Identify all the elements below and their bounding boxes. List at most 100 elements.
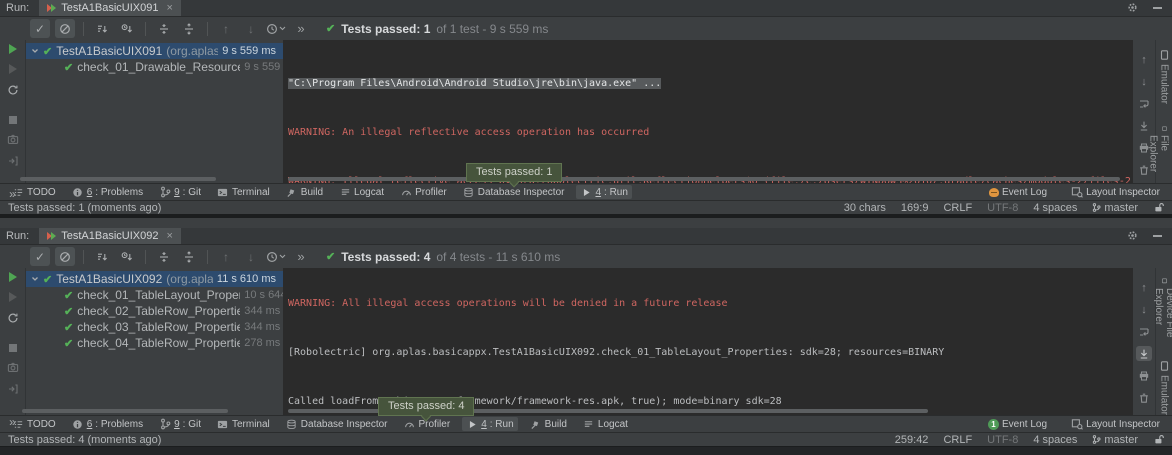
tool-button-problems[interactable]: 6: Problems [68,185,147,199]
tool-button-terminal[interactable]: Terminal [213,417,274,431]
sort-alphabetically-icon[interactable] [92,247,112,266]
up-stacktrace-icon[interactable]: ↑ [1136,280,1152,295]
up-stacktrace-icon[interactable]: ↑ [1136,52,1152,67]
tool-button-run[interactable]: 4: Run [462,417,517,431]
device-file-explorer-tool-button[interactable]: Device File Explorer [1148,126,1172,183]
close-tab-icon[interactable]: × [166,230,172,242]
previous-occurrence-icon[interactable]: ↑ [216,19,236,38]
previous-occurrence-icon[interactable]: ↑ [216,247,236,266]
test-history-icon[interactable] [266,247,286,266]
collapse-all-icon[interactable] [179,19,199,38]
run-tab-testa1basicuix092[interactable]: TestA1BasicUIX092 × [39,228,181,244]
collapse-all-icon[interactable] [179,247,199,266]
scroll-to-end-icon[interactable] [1136,346,1152,361]
close-tab-icon[interactable]: × [166,2,172,14]
git-branch-widget[interactable]: master [1092,434,1138,446]
unlocked-padlock-icon[interactable] [1153,434,1164,445]
caret-position-widget[interactable]: 259:42 [895,434,929,446]
tree-horizontal-scrollbar[interactable] [22,409,228,413]
caret-position-widget[interactable]: 169:9 [901,202,929,214]
more-side-actions-icon[interactable]: » [5,187,20,200]
tool-button-git[interactable]: 9: Git [155,185,205,199]
rerun-button[interactable] [5,272,20,282]
encoding-widget[interactable]: UTF-8 [987,202,1018,214]
emulator-tool-button[interactable]: Emulator [1159,50,1170,104]
git-branch-widget[interactable]: master [1092,202,1138,214]
tool-button-logcat[interactable]: Logcat [579,417,632,431]
line-separator-widget[interactable]: CRLF [943,434,972,446]
event-log-link[interactable]: 1Event Log [984,418,1051,431]
stop-button[interactable] [5,116,20,124]
console-output-2[interactable]: WARNING: All illegal access operations w… [283,268,1133,415]
settings-gear-icon[interactable] [1127,2,1138,13]
print-icon[interactable] [1136,368,1152,383]
test-suite-row[interactable]: ✔ TestA1BasicUIX091 (org.aplas.basicappx… [26,43,283,59]
show-ignored-filter-button[interactable] [55,19,75,38]
next-occurrence-icon[interactable]: ↓ [241,19,261,38]
more-toolbar-actions-icon[interactable]: » [291,247,311,266]
chevron-down-icon[interactable] [31,47,39,55]
chevron-down-icon[interactable] [31,275,39,283]
tool-button-problems[interactable]: 6: Problems [68,417,147,431]
test-case-row[interactable]: ✔ check_03_TableRow_Properties 344 ms [26,319,283,335]
encoding-widget[interactable]: UTF-8 [987,434,1018,446]
test-case-row[interactable]: ✔ check_02_TableRow_Properties 344 ms [26,303,283,319]
soft-wrap-icon[interactable] [1136,96,1152,111]
test-case-row[interactable]: ✔ check_01_TableLayout_Properties 10 s 6… [26,287,283,303]
tool-button-terminal[interactable]: Terminal [213,185,274,199]
expand-all-icon[interactable] [154,19,174,38]
show-passed-filter-button[interactable]: ✓ [30,19,50,38]
line-separator-widget[interactable]: CRLF [943,202,972,214]
clear-console-trash-icon[interactable] [1136,390,1152,405]
screenshot-icon[interactable] [5,134,20,145]
show-ignored-filter-button[interactable] [55,247,75,266]
import-test-results-icon[interactable] [5,383,20,395]
sort-by-duration-icon[interactable] [117,19,137,38]
console-output-1[interactable]: "C:\Program Files\Android\Android Studio… [283,40,1133,183]
import-test-results-icon[interactable] [5,155,20,167]
sort-alphabetically-icon[interactable] [92,19,112,38]
tool-button-build[interactable]: Build [526,417,571,431]
down-stacktrace-icon[interactable]: ↓ [1136,74,1152,89]
screenshot-icon[interactable] [5,362,20,373]
tool-button-git[interactable]: 9: Git [155,417,205,431]
more-side-actions-icon[interactable]: » [5,415,20,428]
test-suite-row[interactable]: ✔ TestA1BasicUIX092 (org.aplas.basicappx… [26,271,283,287]
layout-inspector-link[interactable]: Layout Inspector [1067,417,1164,431]
tool-button-profiler[interactable]: Profiler [396,185,451,199]
rerun-button[interactable] [5,44,20,54]
tool-button-run[interactable]: 4: Run [576,185,631,199]
stop-button[interactable] [5,344,20,352]
down-stacktrace-icon[interactable]: ↓ [1136,302,1152,317]
hide-panel-icon[interactable] [1153,7,1162,9]
test-history-icon[interactable] [266,19,286,38]
show-passed-filter-button[interactable]: ✓ [30,247,50,266]
selection-size-widget[interactable]: 30 chars [844,202,886,214]
more-toolbar-actions-icon[interactable]: » [291,19,311,38]
tool-button-database-inspector[interactable]: Database Inspector [282,417,392,431]
test-case-row[interactable]: ✔ check_04_TableRow_Properties 278 ms [26,335,283,351]
rerun-failed-tests-button[interactable] [5,292,20,302]
next-occurrence-icon[interactable]: ↓ [241,247,261,266]
console-horizontal-scrollbar[interactable] [288,177,1120,181]
unlocked-padlock-icon[interactable] [1153,202,1164,213]
tree-horizontal-scrollbar[interactable] [20,177,216,181]
emulator-tool-button[interactable]: Emulator [1159,361,1170,415]
layout-inspector-link[interactable]: Layout Inspector [1067,185,1164,199]
tool-button-logcat[interactable]: Logcat [335,185,388,199]
sort-by-duration-icon[interactable] [117,247,137,266]
tool-button-build[interactable]: Build [282,185,327,199]
settings-gear-icon[interactable] [1127,230,1138,241]
indent-widget[interactable]: 4 spaces [1033,202,1077,214]
refresh-icon[interactable] [5,84,20,96]
hide-panel-icon[interactable] [1153,235,1162,237]
indent-widget[interactable]: 4 spaces [1033,434,1077,446]
rerun-failed-tests-button[interactable] [5,64,20,74]
soft-wrap-icon[interactable] [1136,324,1152,339]
device-file-explorer-tool-button[interactable]: Device File Explorer [1153,278,1172,339]
run-tab-testa1basicuix091[interactable]: TestA1BasicUIX091 × [39,0,181,16]
expand-all-icon[interactable] [154,247,174,266]
refresh-icon[interactable] [5,312,20,324]
test-case-row[interactable]: ✔ check_01_Drawable_Resources 9 s 559 ms [26,59,283,75]
event-log-link[interactable]: Event Log [985,186,1051,199]
